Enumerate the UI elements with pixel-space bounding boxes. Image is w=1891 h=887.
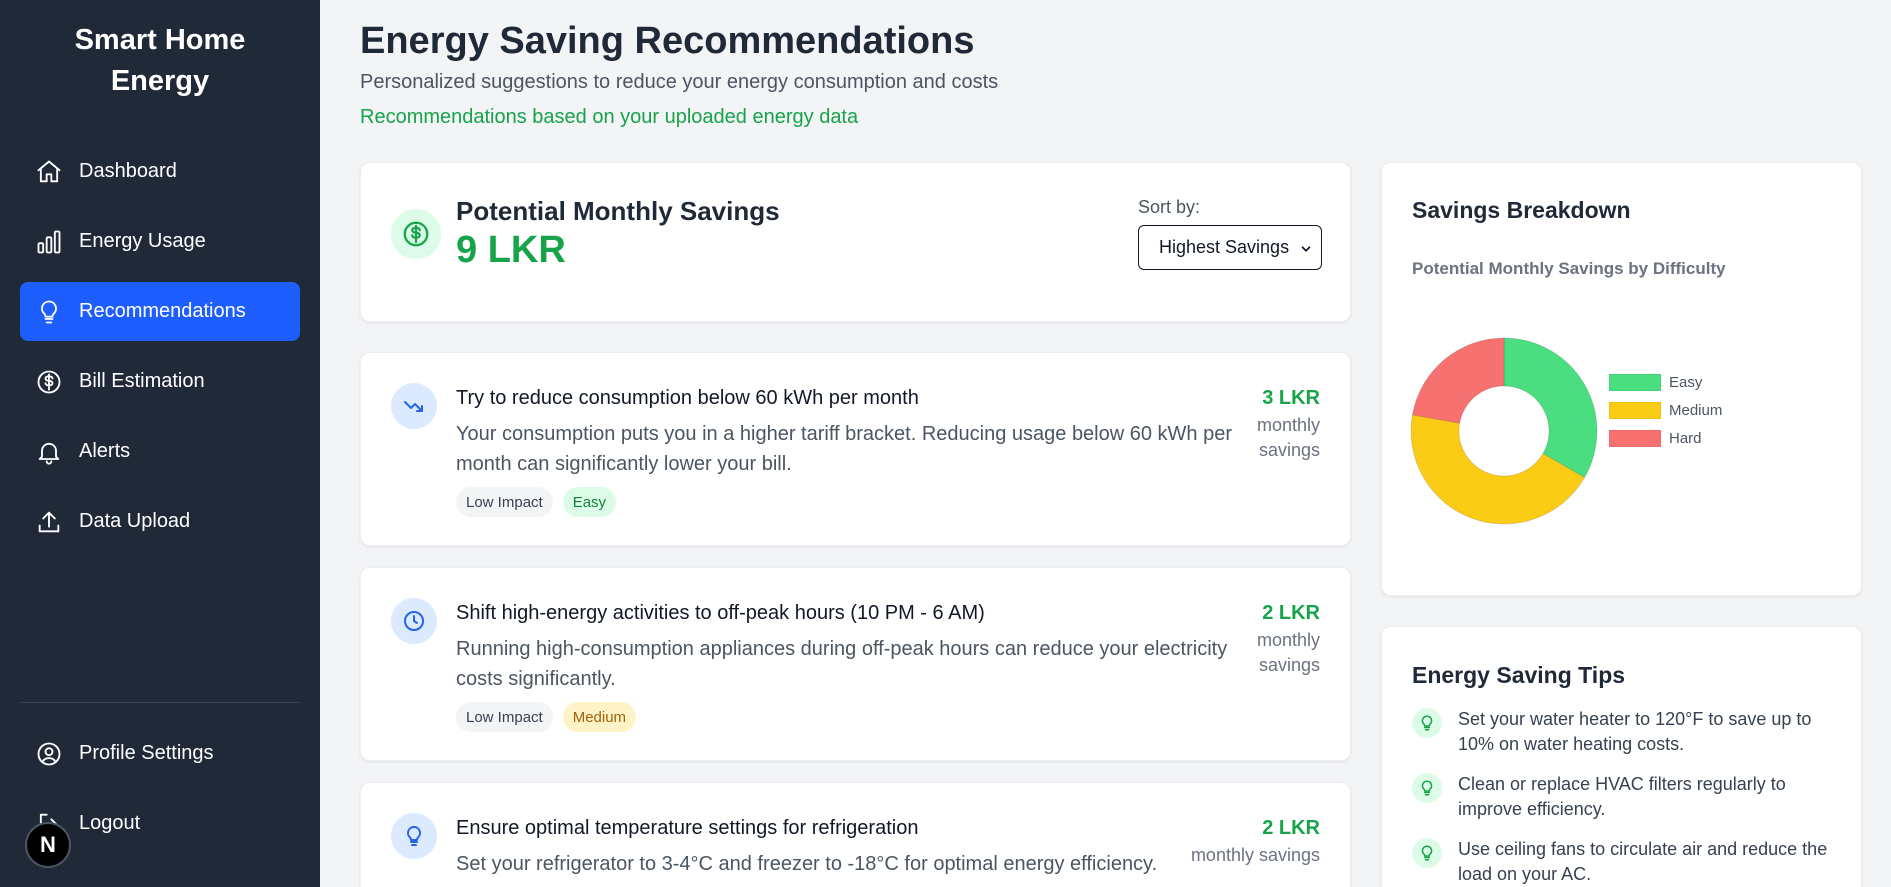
recommendation-title: Shift high-energy activities to off-peak… — [456, 602, 985, 624]
recommendation-saving: 3 LKR monthly savings — [1250, 387, 1320, 463]
lightbulb-icon — [1412, 838, 1442, 868]
saving-unit: monthly savings — [1190, 845, 1320, 865]
sidebar-item-label: Recommendations — [79, 300, 246, 322]
lightbulb-icon — [391, 813, 437, 859]
savings-breakdown-card: Savings Breakdown Potential Monthly Savi… — [1381, 162, 1862, 596]
difficulty-badge: Easy — [562, 487, 617, 517]
tip-text: Set your water heater to 120°F to save u… — [1458, 709, 1812, 754]
recommendation-card: Shift high-energy activities to off-peak… — [360, 567, 1351, 761]
tip-item: Use ceiling fans to circulate air and re… — [1412, 837, 1842, 887]
sort-select[interactable]: Highest Savings — [1138, 225, 1322, 270]
recommendation-description: Set your refrigerator to 3-4°C and freez… — [456, 853, 1158, 875]
legend-swatch — [1609, 429, 1661, 447]
recommendation-card: Try to reduce consumption below 60 kWh p… — [360, 352, 1351, 546]
donut-slice-easy[interactable] — [1503, 337, 1598, 479]
legend-label: Medium — [1669, 401, 1723, 419]
badge-letter: N — [40, 832, 56, 857]
tip-text: Clean or replace HVAC filters regularly … — [1458, 774, 1786, 819]
recommendation-description: Running high-consumption appliances duri… — [456, 638, 1228, 690]
clock-icon — [391, 598, 437, 644]
tips-title: Energy Saving Tips — [1412, 662, 1626, 688]
sort-selected-value: Highest Savings — [1159, 237, 1290, 257]
recommendation-tags: Low Impact Easy — [456, 487, 617, 517]
legend-item-medium[interactable]: Medium — [1609, 396, 1722, 424]
breakdown-subtitle: Potential Monthly Savings by Difficulty — [1412, 259, 1726, 278]
donut-slice-hard[interactable] — [1411, 337, 1505, 424]
sidebar: Smart Home Energy Dashboard Energy Usage… — [0, 0, 320, 887]
page-subtitle: Personalized suggestions to reduce your … — [360, 71, 999, 93]
upload-icon — [34, 507, 64, 537]
sidebar-divider — [20, 702, 300, 703]
saving-amount: 2 LKR — [1262, 602, 1320, 624]
brand-title: Smart Home Energy — [74, 24, 246, 97]
bar-chart-icon — [34, 227, 64, 257]
legend-label: Hard — [1669, 429, 1702, 447]
legend-item-easy[interactable]: Easy — [1609, 368, 1722, 396]
sidebar-item-recommendations[interactable]: Recommendations — [20, 282, 300, 341]
sidebar-item-label: Profile Settings — [79, 742, 214, 764]
sidebar-item-label: Data Upload — [79, 510, 191, 532]
framework-badge[interactable]: N — [25, 822, 71, 868]
chevron-down-icon — [1299, 240, 1313, 261]
lightbulb-icon — [1412, 708, 1442, 738]
lightbulb-icon — [1412, 773, 1442, 803]
energy-tips-card: Energy Saving Tips Set your water heater… — [1381, 626, 1862, 887]
legend-swatch — [1609, 401, 1661, 419]
savings-donut-chart — [1410, 337, 1598, 525]
home-icon — [34, 157, 64, 187]
data-source-note: Recommendations based on your uploaded e… — [360, 106, 859, 128]
savings-label: Potential Monthly Savings — [456, 196, 780, 226]
savings-value: 9 LKR — [456, 229, 566, 271]
recommendation-tags: Low Impact Medium — [456, 702, 637, 732]
saving-unit: monthly savings — [1256, 415, 1320, 460]
tip-text: Use ceiling fans to circulate air and re… — [1458, 839, 1828, 884]
trending-down-icon — [391, 383, 437, 429]
lightbulb-icon — [34, 297, 64, 327]
recommendation-saving: 2 LKR monthly savings — [1191, 817, 1320, 868]
difficulty-badge: Medium — [562, 702, 637, 732]
saving-amount: 3 LKR — [1262, 387, 1320, 409]
saving-amount: 2 LKR — [1262, 817, 1320, 839]
sidebar-item-data-upload[interactable]: Data Upload — [20, 492, 300, 551]
impact-badge: Low Impact — [456, 487, 553, 517]
dollar-circle-icon — [391, 209, 441, 259]
sidebar-item-energy-usage[interactable]: Energy Usage — [20, 212, 300, 271]
legend-label: Easy — [1669, 373, 1703, 391]
page-title: Energy Saving Recommendations — [360, 20, 975, 62]
legend-swatch — [1609, 373, 1661, 391]
sidebar-item-bill-estimation[interactable]: Bill Estimation — [20, 352, 300, 411]
recommendation-title: Try to reduce consumption below 60 kWh p… — [456, 387, 919, 409]
recommendation-description: Your consumption puts you in a higher ta… — [456, 423, 1233, 475]
tip-item: Clean or replace HVAC filters regularly … — [1412, 772, 1842, 822]
sidebar-item-label: Bill Estimation — [79, 370, 205, 392]
recommendation-saving: 2 LKR monthly savings — [1250, 602, 1320, 678]
sidebar-item-label: Energy Usage — [79, 230, 206, 252]
saving-unit: monthly savings — [1256, 630, 1320, 675]
sort-label: Sort by: — [1138, 197, 1201, 217]
chart-legend: Easy Medium Hard — [1609, 368, 1722, 452]
user-circle-icon — [34, 739, 64, 769]
sidebar-item-profile-settings[interactable]: Profile Settings — [20, 724, 300, 783]
bell-icon — [34, 437, 64, 467]
savings-summary-card: Potential Monthly Savings 9 LKR Sort by:… — [360, 162, 1351, 322]
recommendation-card: Ensure optimal temperature settings for … — [360, 782, 1351, 887]
sidebar-item-label: Logout — [79, 812, 141, 834]
breakdown-title: Savings Breakdown — [1412, 197, 1631, 223]
dollar-circle-icon — [34, 367, 64, 397]
sidebar-item-label: Alerts — [79, 440, 131, 462]
sidebar-item-alerts[interactable]: Alerts — [20, 422, 300, 481]
impact-badge: Low Impact — [456, 702, 553, 732]
sidebar-item-dashboard[interactable]: Dashboard — [20, 142, 300, 201]
sidebar-item-label: Dashboard — [79, 160, 177, 182]
legend-item-hard[interactable]: Hard — [1609, 424, 1722, 452]
tip-item: Set your water heater to 120°F to save u… — [1412, 707, 1842, 757]
recommendation-title: Ensure optimal temperature settings for … — [456, 817, 919, 839]
